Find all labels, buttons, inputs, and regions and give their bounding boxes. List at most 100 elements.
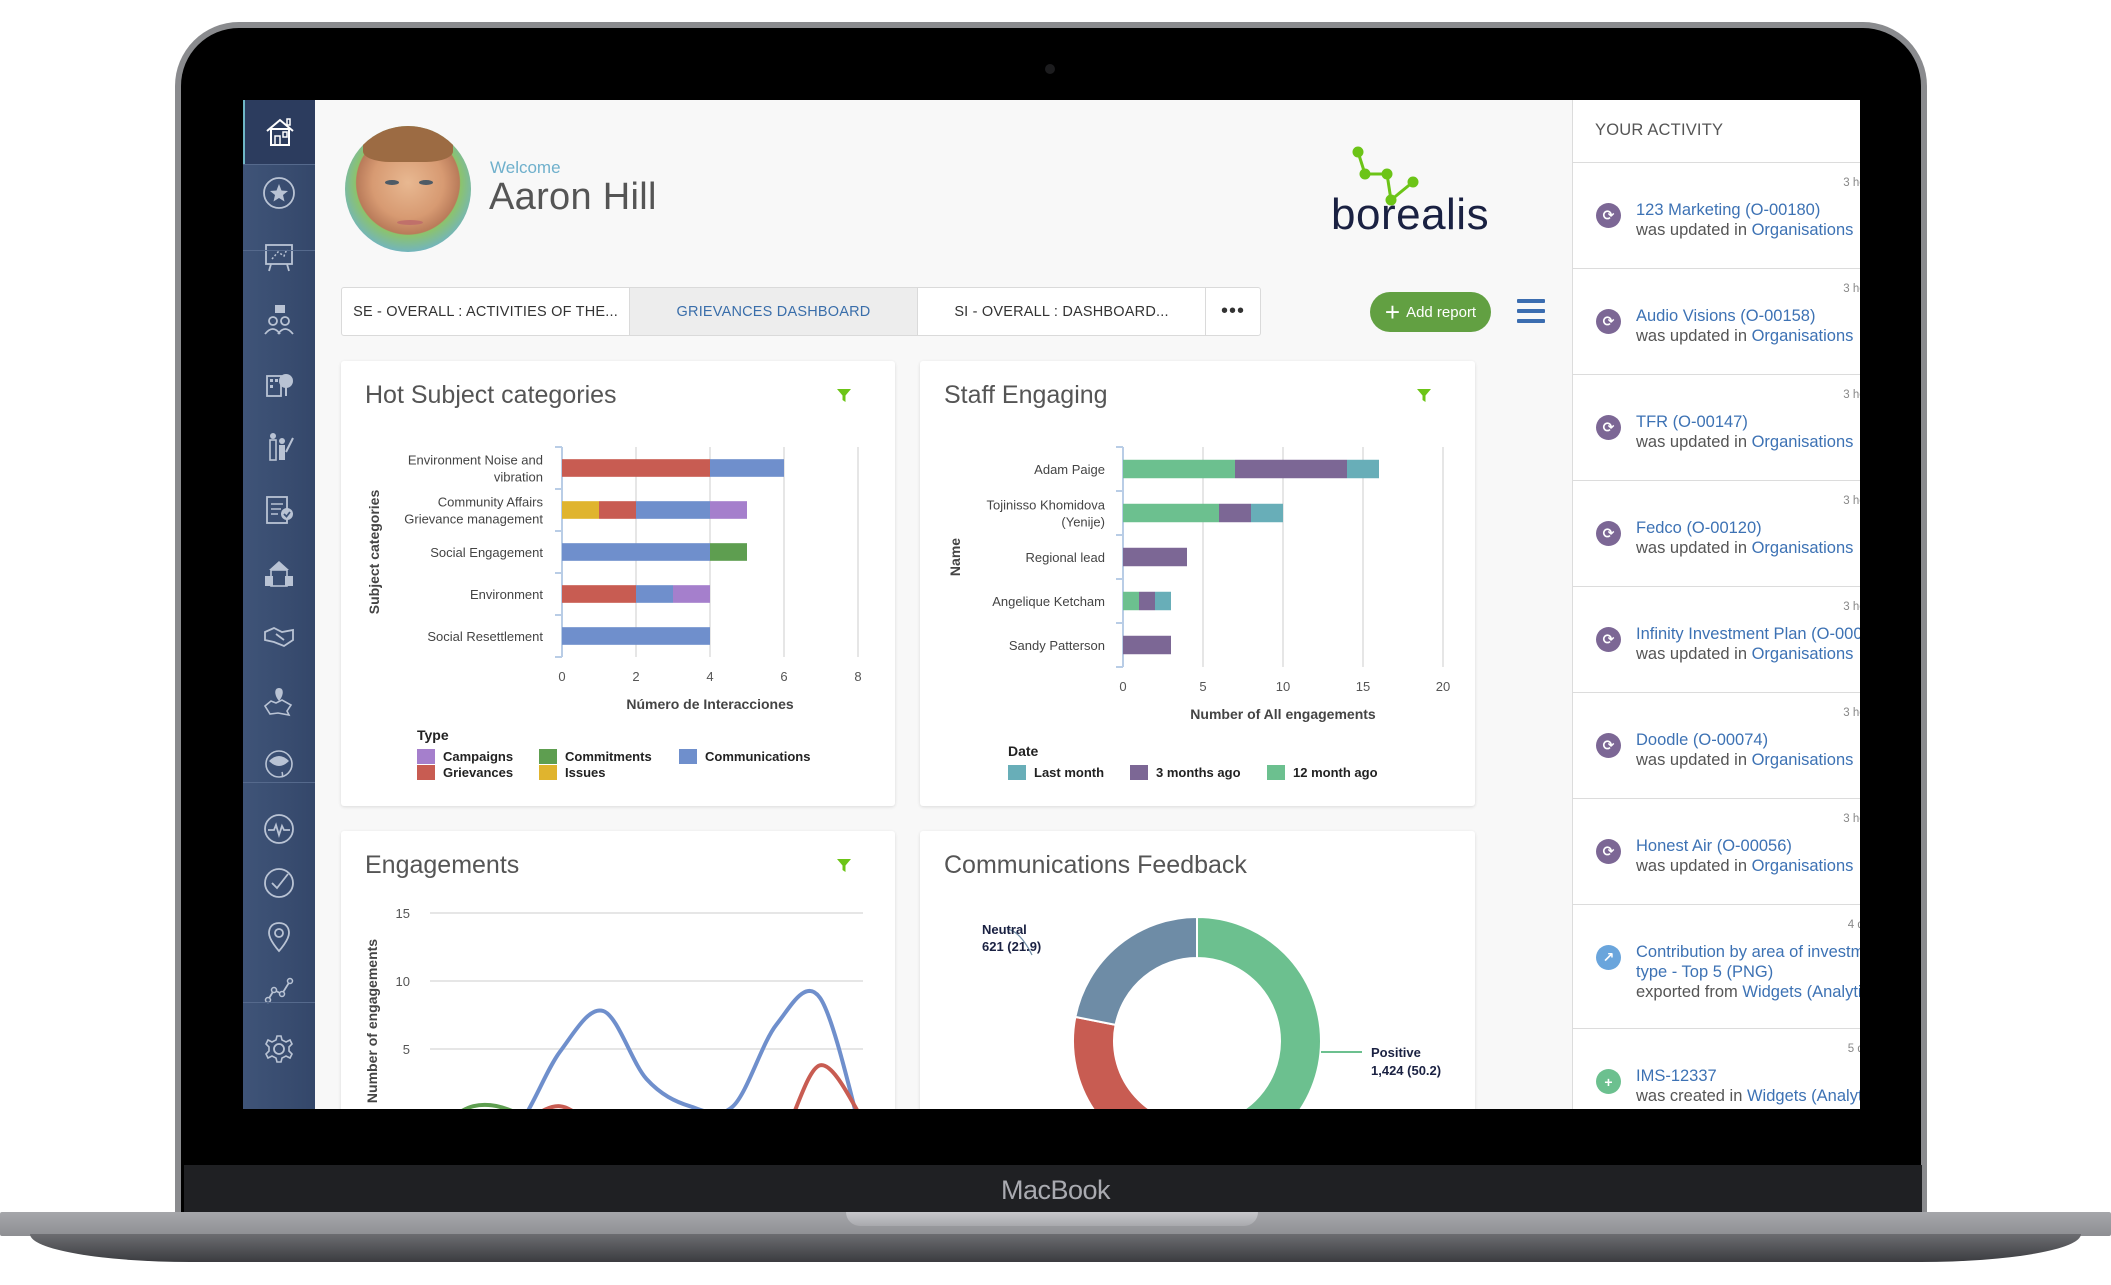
slice-neutral[interactable]: [1074, 915, 1198, 1027]
add-report-button[interactable]: + Add report: [1370, 292, 1491, 332]
tab-si-overall[interactable]: SI - OVERALL : DASHBOARD...: [918, 288, 1206, 335]
sidebar-item-clipboard-check[interactable]: [243, 483, 315, 537]
bar-last-month[interactable]: [1347, 459, 1379, 479]
bar-last-month[interactable]: [1155, 591, 1171, 611]
legend-item-commitments[interactable]: Commitments: [539, 749, 652, 764]
bar-12-month-ago[interactable]: [1123, 459, 1235, 479]
activity-item[interactable]: 3 hours ago ⟳ Infinity Investment Plan (O-…: [1573, 587, 1860, 693]
bar-communications[interactable]: [710, 459, 784, 477]
legend-item-last-month[interactable]: Last month: [1008, 765, 1104, 780]
sidebar-item-home[interactable]: [243, 100, 315, 164]
tab-se-overall[interactable]: SE - OVERALL : ACTIVITIES OF THE...: [342, 288, 630, 335]
bar-3-months-ago[interactable]: [1219, 503, 1251, 523]
activity-target-link[interactable]: Organisations: [1752, 221, 1854, 239]
bar-grievances[interactable]: [562, 459, 710, 477]
activity-item[interactable]: 3 hours ago ⟳ Audio Visions (O-00158) was u…: [1573, 269, 1860, 375]
sidebar-item-star[interactable]: [243, 166, 315, 220]
bar-campaigns[interactable]: [673, 585, 710, 603]
sidebar-item-gear[interactable]: [243, 1022, 315, 1076]
activity-subject-link[interactable]: Infinity Investment Plan (O-00095): [1636, 625, 1860, 643]
x-tick-label: 2: [632, 669, 639, 684]
activity-verb: was updated in: [1636, 857, 1747, 875]
activity-subject-link[interactable]: 123 Marketing (O-00180): [1636, 201, 1820, 219]
bar-3-months-ago[interactable]: [1235, 459, 1347, 479]
bar-communications[interactable]: [636, 501, 710, 519]
activity-target-link[interactable]: Widgets (Analytics): [1742, 983, 1860, 1001]
sidebar-item-map-pin-region[interactable]: [243, 674, 315, 728]
activity-item[interactable]: 3 hours ago ⟳ 123 Marketing (O-00180) was u…: [1573, 163, 1860, 269]
line-grievances[interactable]: [430, 1063, 863, 1109]
activity-item[interactable]: 5 days ago + IMS-12337 was created in Widge…: [1573, 1029, 1860, 1109]
x-axis-title: Number of All engagements: [1190, 706, 1376, 722]
sidebar-item-building-tree[interactable]: [243, 356, 315, 410]
y-axis-title: Number of engagements: [364, 939, 380, 1103]
legend-item-grievances[interactable]: Grievances: [417, 765, 513, 780]
activity-item[interactable]: 4 days ago ↗ Contribution by area of inves…: [1573, 905, 1860, 1029]
activity-item[interactable]: 3 hours ago ⟳ Honest Air (O-00056) was upda…: [1573, 799, 1860, 905]
sidebar-item-location[interactable]: [243, 910, 315, 964]
line-communications[interactable]: [430, 989, 863, 1109]
activity-subject-link[interactable]: Fedco (O-00120): [1636, 519, 1762, 537]
sidebar-item-activity-pulse[interactable]: [243, 802, 315, 856]
bar-grievances[interactable]: [562, 585, 636, 603]
slice-negative[interactable]: [1072, 1015, 1196, 1109]
sidebar-item-strategy-board[interactable]: [243, 230, 315, 284]
communications-feedback-card: Communications Feedback Neutral 621 (21.9…: [920, 831, 1475, 1109]
activity-target-link[interactable]: Organisations: [1752, 433, 1854, 451]
activity-item[interactable]: 3 hours ago ⟳ TFR (O-00147) was updated in …: [1573, 375, 1860, 481]
laptop-base-bottom: [30, 1234, 2081, 1262]
bar-commitments[interactable]: [710, 543, 747, 561]
activity-subject-link[interactable]: TFR (O-00147): [1636, 413, 1748, 431]
activity-subject-link[interactable]: Doodle (O-00074): [1636, 731, 1768, 749]
legend-item-3-months-ago[interactable]: 3 months ago: [1130, 765, 1241, 780]
update-icon: ⟳: [1596, 733, 1621, 758]
legend-label: Grievances: [443, 765, 514, 780]
bar-grievances[interactable]: [599, 501, 636, 519]
staff-engaging-legend: Date Last month 3 months ago 12 month ago: [1008, 743, 1448, 793]
sidebar-item-check-circle[interactable]: [243, 856, 315, 910]
sidebar-item-family[interactable]: [243, 420, 315, 474]
activity-target-link[interactable]: Organisations: [1752, 327, 1854, 345]
bar-issues[interactable]: [562, 501, 599, 519]
bar-3-months-ago[interactable]: [1139, 591, 1155, 611]
activity-item[interactable]: 3 hours ago ⟳ Doodle (O-00074) was updated …: [1573, 693, 1860, 799]
activity-verb: was created in: [1636, 1087, 1743, 1105]
bar-12-month-ago[interactable]: [1123, 503, 1219, 523]
bar-last-month[interactable]: [1251, 503, 1283, 523]
avatar[interactable]: [345, 126, 471, 252]
bar-3-months-ago[interactable]: [1123, 635, 1171, 655]
bar-12-month-ago[interactable]: [1123, 591, 1139, 611]
slice-positive[interactable]: [1195, 915, 1322, 1109]
more-tabs-button[interactable]: •••: [1206, 288, 1260, 335]
activity-subject-link[interactable]: Contribution by area of investment / typ…: [1636, 943, 1860, 981]
bar-3-months-ago[interactable]: [1123, 547, 1187, 567]
hamburger-menu-icon[interactable]: [1517, 299, 1545, 323]
activity-target-link[interactable]: Organisations: [1752, 751, 1854, 769]
activity-target-link[interactable]: Organisations: [1752, 645, 1854, 663]
legend-swatch: [1267, 765, 1285, 780]
sidebar-item-stakeholders-chat[interactable]: [243, 293, 315, 347]
bar-communications[interactable]: [562, 627, 710, 645]
legend-item-communications[interactable]: Communications: [679, 749, 810, 764]
activity-subject-link[interactable]: Audio Visions (O-00158): [1636, 307, 1815, 325]
sidebar-item-school[interactable]: [243, 547, 315, 601]
bar-communications[interactable]: [562, 543, 710, 561]
activity-item[interactable]: 3 hours ago ⟳ Fedco (O-00120) was updated i…: [1573, 481, 1860, 587]
activity-time: 5 days ago: [1847, 1043, 1860, 1055]
sidebar-item-handshake[interactable]: [243, 610, 315, 664]
legend-item-12-month-ago[interactable]: 12 month ago: [1267, 765, 1378, 780]
activity-verb: exported from: [1636, 983, 1738, 1001]
legend-item-campaigns[interactable]: Campaigns: [417, 749, 513, 764]
activity-target-link[interactable]: Organisations: [1752, 857, 1854, 875]
tab-grievances-dashboard[interactable]: GRIEVANCES DASHBOARD: [630, 288, 918, 335]
activity-target-link[interactable]: Widgets (Analytics): [1747, 1087, 1860, 1105]
activity-subject-link[interactable]: IMS-12337: [1636, 1067, 1717, 1085]
legend-item-issues[interactable]: Issues: [539, 765, 605, 780]
bar-communications[interactable]: [636, 585, 673, 603]
activity-subject-link[interactable]: Honest Air (O-00056): [1636, 837, 1792, 855]
activity-target-link[interactable]: Organisations: [1752, 539, 1854, 557]
activity-time: 3 hours ago: [1843, 707, 1860, 719]
bar-campaigns[interactable]: [710, 501, 747, 519]
sidebar-item-analytics-line[interactable]: [243, 963, 315, 1017]
avatar-eye: [419, 180, 433, 185]
